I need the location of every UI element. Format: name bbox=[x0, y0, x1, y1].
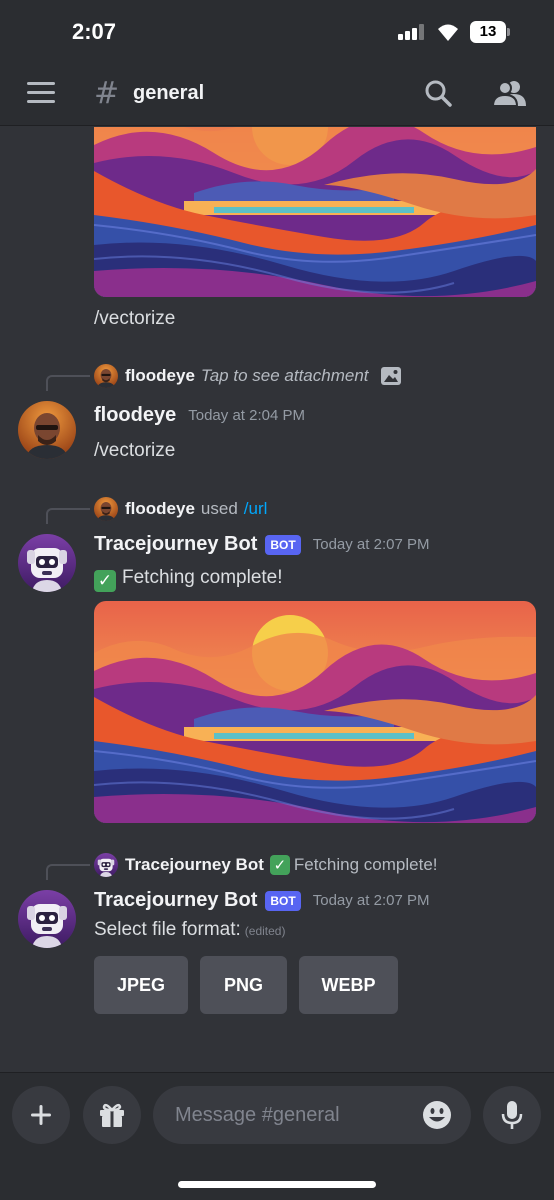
plus-button[interactable] bbox=[12, 1086, 70, 1144]
reply-connector bbox=[46, 508, 90, 524]
reply-connector bbox=[46, 864, 90, 880]
avatar bbox=[94, 364, 118, 388]
image-icon bbox=[380, 367, 401, 385]
png-button[interactable]: PNG bbox=[200, 956, 287, 1014]
timestamp: Today at 2:07 PM bbox=[312, 892, 430, 909]
message-composer: Message #general bbox=[0, 1072, 554, 1200]
members-icon[interactable] bbox=[492, 79, 526, 107]
timestamp: Today at 2:07 PM bbox=[312, 536, 430, 553]
voice-button[interactable] bbox=[483, 1086, 541, 1144]
avatar bbox=[94, 497, 118, 521]
author-name[interactable]: floodeye bbox=[94, 404, 176, 427]
timestamp: Today at 2:04 PM bbox=[188, 407, 305, 424]
bot-badge: BOT bbox=[265, 890, 301, 911]
check-icon: ✓ bbox=[269, 855, 290, 875]
emoji-icon[interactable] bbox=[422, 1100, 452, 1130]
author-name[interactable]: Tracejourney Bot bbox=[94, 889, 257, 912]
edited-label: (edited) bbox=[244, 924, 286, 938]
reply-text: Tap to see attachment bbox=[200, 366, 369, 385]
message-header: Tracejourney Bot BOT Today at 2:07 PM bbox=[94, 533, 429, 556]
search-icon[interactable] bbox=[424, 79, 452, 107]
reply-username: Tracejourney Bot bbox=[125, 855, 264, 874]
wifi-icon bbox=[438, 24, 458, 41]
channel-name[interactable]: general bbox=[133, 82, 204, 105]
hash-icon: # bbox=[94, 76, 120, 111]
message-header: Tracejourney Bot BOT Today at 2:07 PM bbox=[94, 889, 429, 912]
status-bar: 2:07 13 bbox=[0, 0, 554, 62]
channel-header: # general bbox=[0, 62, 554, 126]
reply-preview[interactable]: floodeye Tap to see attachment bbox=[94, 363, 401, 389]
author-name[interactable]: Tracejourney Bot bbox=[94, 533, 257, 556]
status-time: 2:07 bbox=[72, 19, 117, 44]
jpeg-button[interactable]: JPEG bbox=[94, 956, 188, 1014]
menu-icon[interactable] bbox=[27, 82, 55, 104]
gift-button[interactable] bbox=[83, 1086, 141, 1144]
avatar[interactable] bbox=[18, 534, 76, 592]
plus-icon bbox=[31, 1105, 51, 1125]
reply-text: Fetching complete! bbox=[293, 855, 438, 874]
avatar[interactable] bbox=[18, 890, 76, 948]
attachment-image[interactable] bbox=[94, 127, 536, 297]
gift-icon bbox=[100, 1103, 124, 1127]
message-text: Fetching complete! bbox=[122, 567, 283, 588]
reply-connector bbox=[46, 375, 90, 391]
bot-badge: BOT bbox=[265, 534, 301, 555]
message-placeholder: Message #general bbox=[175, 1104, 340, 1126]
message-text: /vectorize bbox=[94, 308, 176, 329]
battery-icon: 13 bbox=[470, 21, 506, 43]
reply-preview[interactable]: Tracejourney Bot ✓ Fetching complete! bbox=[94, 852, 438, 878]
message-header: floodeye Today at 2:04 PM bbox=[94, 404, 305, 427]
message-text-row: ✓ Fetching complete! bbox=[94, 567, 283, 592]
avatar[interactable] bbox=[18, 401, 76, 459]
cellular-signal-icon bbox=[398, 24, 426, 40]
reply-username: floodeye bbox=[125, 499, 195, 518]
message-text: Select file format: bbox=[94, 919, 241, 940]
reply-command[interactable]: /url bbox=[244, 499, 268, 519]
message-list: /vectorize floodeye Tap to see attachmen… bbox=[0, 127, 554, 1072]
message-text-row: Select file format: (edited) bbox=[94, 919, 285, 941]
microphone-icon bbox=[501, 1101, 523, 1129]
battery-cap bbox=[507, 28, 510, 36]
attachment-image[interactable] bbox=[94, 601, 536, 823]
message-input[interactable]: Message #general bbox=[153, 1086, 471, 1144]
webp-button[interactable]: WEBP bbox=[299, 956, 398, 1014]
avatar bbox=[94, 853, 118, 877]
home-indicator[interactable] bbox=[178, 1181, 376, 1188]
check-icon: ✓ bbox=[94, 570, 116, 592]
message-text: /vectorize bbox=[94, 440, 176, 461]
reply-preview[interactable]: floodeye used /url bbox=[94, 496, 267, 522]
reply-used-label: used bbox=[200, 499, 238, 518]
format-button-row: JPEG PNG WEBP bbox=[94, 956, 398, 1014]
reply-username: floodeye bbox=[125, 366, 195, 385]
